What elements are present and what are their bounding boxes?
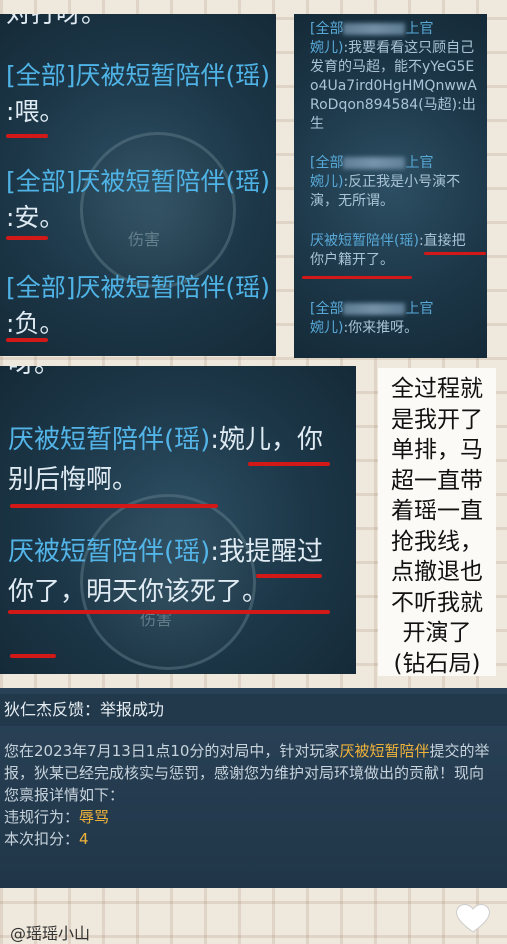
chat-line: [全部 上官 婉儿):反正我是小号演不演，无所谓。 xyxy=(310,154,477,211)
chat-line: 厌被短暂陪伴(瑶):我提醒过你了，明天你该死了。 xyxy=(8,532,348,612)
chat-sender: 厌被短暂陪伴(瑶) xyxy=(8,537,211,567)
redacted-name xyxy=(343,157,406,169)
red-underline xyxy=(256,574,322,578)
red-underline xyxy=(8,610,330,614)
redacted-name xyxy=(343,303,406,315)
chat-screenshot-3: 伤害 呀。 厌被短暂陪伴(瑶):婉儿，你别后悔啊。 厌被短暂陪伴(瑶):我提醒过… xyxy=(0,366,356,674)
chat-sender-part: 上官 xyxy=(405,21,434,37)
chat-sender: 厌被短暂陪伴(瑶) xyxy=(310,233,419,249)
chat-fragment: 对打呀。 xyxy=(6,14,270,32)
red-underline xyxy=(6,236,48,240)
author-username: @瑶瑶小山 xyxy=(10,924,91,943)
caption-line: 不听我就 xyxy=(391,589,483,616)
chat-screenshot-1: 伤害 对打呀。 [全部]厌被短暂陪伴(瑶) :喂。 [全部]厌被短暂陪伴(瑶) … xyxy=(0,14,276,356)
chat-sender: [全部 xyxy=(310,21,344,37)
redacted-name xyxy=(343,23,406,35)
heart-icon[interactable] xyxy=(455,902,491,934)
chat-sender: [全部]厌被短暂陪伴(瑶) xyxy=(6,273,271,302)
chat-line: [全部]厌被短暂陪伴(瑶) :安。 xyxy=(6,164,270,236)
red-underline xyxy=(248,462,330,466)
deduct-value: 4 xyxy=(79,830,89,848)
chat-screenshot-2: [全部 上官 婉儿):我要看看这只顾自己发育的马超，能不yYeG5Eo4Ua7ir… xyxy=(294,14,487,358)
red-underline xyxy=(6,134,48,138)
caption-line: (钻石局) xyxy=(393,650,481,677)
caption-line: 超一直带 xyxy=(391,467,483,494)
chat-message: :负。 xyxy=(6,309,65,338)
chat-fragment: 呀。 xyxy=(8,366,348,384)
chat-message: :喂。 xyxy=(6,97,65,126)
chat-message: :你来推呀。 xyxy=(343,320,419,336)
violation-label: 违规行为： xyxy=(4,808,80,826)
chat-line: 厌被短暂陪伴(瑶):婉儿，你别后悔啊。 xyxy=(8,420,348,500)
report-feedback-notice: 狄仁杰反馈：举报成功 您在2023年7月13日1点10分的对局中，针对玩家厌被短… xyxy=(0,688,507,888)
caption-line: 是我开了 xyxy=(391,406,483,433)
reported-player-name: 厌被短暂陪伴 xyxy=(339,742,430,760)
caption-line: 点撤退也 xyxy=(391,559,483,585)
chat-sender: [全部]厌被短暂陪伴(瑶) xyxy=(6,167,271,196)
chat-line: 厌被短暂陪伴(瑶):直接把你户籍开了。 xyxy=(310,232,477,270)
deduct-row: 本次扣分：4 xyxy=(4,828,497,850)
red-underline xyxy=(424,252,486,255)
violation-row: 违规行为：辱骂 xyxy=(4,806,497,828)
chat-line: [全部]厌被短暂陪伴(瑶) :喂。 xyxy=(6,58,270,130)
caption-line: 抢我线， xyxy=(391,528,483,555)
caption-box: 全过程就 是我开了 单排，马 超一直带 着瑶一直 抢我线， 点撤退也 不听我就 … xyxy=(378,368,496,677)
notice-title: 狄仁杰反馈：举报成功 xyxy=(0,694,507,726)
notice-body: 您在2023年7月13日1点10分的对局中，针对玩家厌被短暂陪伴提交的举报，狄某… xyxy=(4,740,497,850)
violation-value: 辱骂 xyxy=(79,808,110,826)
chat-sender-part: 婉儿) xyxy=(310,174,344,190)
red-underline xyxy=(6,338,48,342)
chat-sender-part: 上官 xyxy=(405,155,434,171)
caption-line: 着瑶一直 xyxy=(391,498,483,524)
chat-sender: 厌被短暂陪伴(瑶) xyxy=(8,425,211,455)
red-underline xyxy=(10,504,218,508)
caption-line: 开演了 xyxy=(402,620,472,646)
chat-sender-part: 婉儿) xyxy=(310,320,344,336)
chat-line: [全部]厌被短暂陪伴(瑶) :负。 xyxy=(6,270,270,342)
chat-sender: [全部]厌被短暂陪伴(瑶) xyxy=(6,61,271,90)
chat-line: [全部 上官 婉儿):我要看看这只顾自己发育的马超，能不yYeG5Eo4Ua7ir… xyxy=(310,20,477,134)
chat-message: :安。 xyxy=(6,203,65,232)
deduct-label: 本次扣分： xyxy=(4,830,80,848)
notice-text: 您在2023年7月13日1点10分的对局中，针对玩家 xyxy=(4,742,340,760)
caption-line: 全过程就 xyxy=(391,376,483,402)
chat-line: [全部 上官 婉儿):你来推呀。 xyxy=(310,300,477,338)
chat-sender: [全部 xyxy=(310,155,344,171)
red-underline xyxy=(302,276,412,279)
chat-sender-part: 上官 xyxy=(405,301,434,317)
chat-sender: [全部 xyxy=(310,301,344,317)
red-underline xyxy=(10,654,56,658)
chat-sender-part: 婉儿) xyxy=(310,40,344,56)
caption-line: 单排，马 xyxy=(391,437,483,463)
